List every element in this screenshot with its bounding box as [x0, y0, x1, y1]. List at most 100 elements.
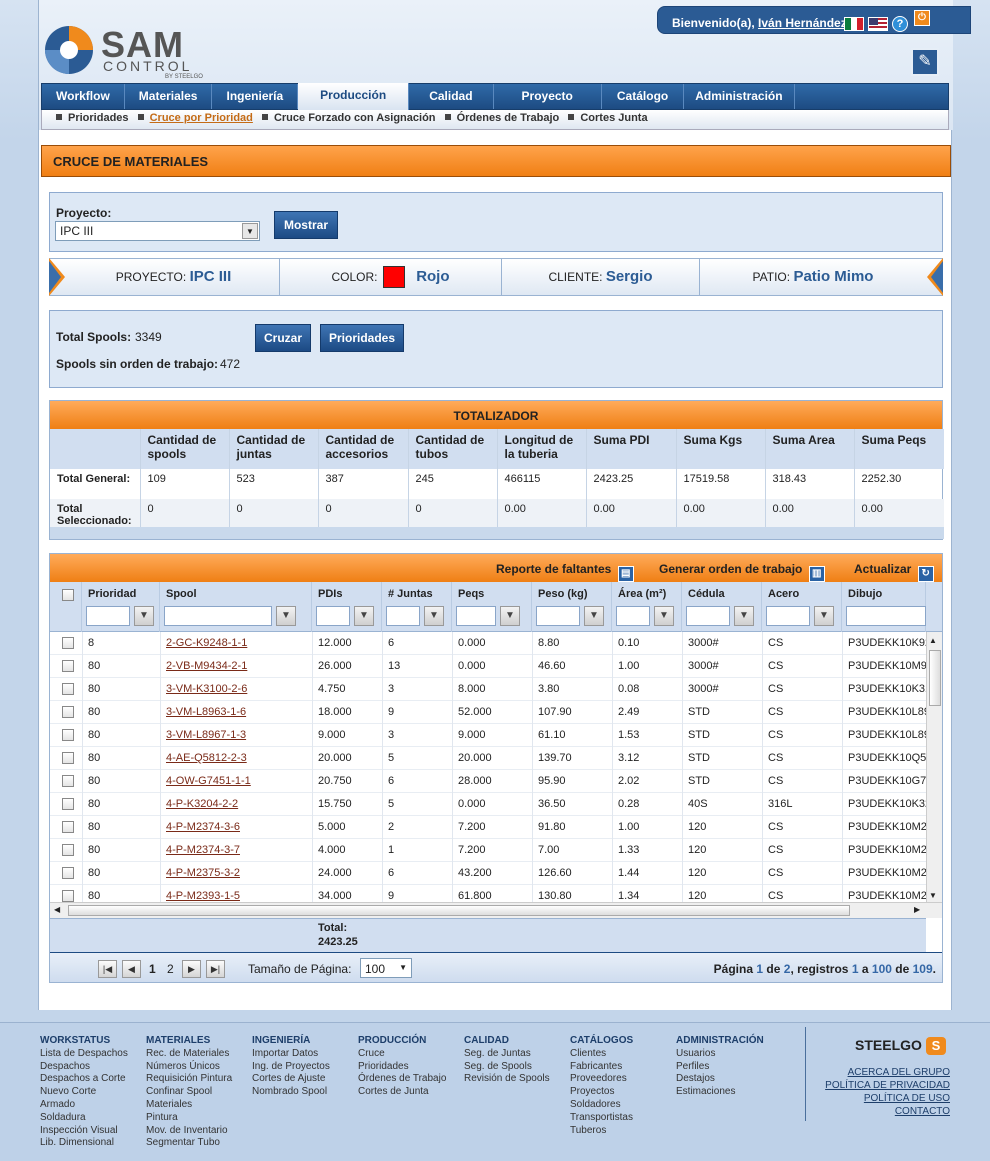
row-checkbox[interactable]	[62, 637, 74, 649]
row-checkbox[interactable]	[62, 775, 74, 787]
sam-control-logo[interactable]: SAM CONTROL BY STEELGO	[43, 24, 223, 84]
steelgo-logo[interactable]: STEELGO S	[855, 1037, 946, 1055]
table-row[interactable]: 80 4-P-M2374-3-7 4.000 1 7.200 7.00 1.33 120 CS P…	[50, 839, 926, 862]
col-header-label[interactable]: Peso (kg)	[538, 588, 588, 600]
spool-link[interactable]: 4-P-M2375-3-2	[166, 867, 240, 879]
row-checkbox[interactable]	[62, 890, 74, 902]
table-row[interactable]: 8 2-GC-K9248-1-1 12.000 6 0.000 8.80 0.10 3000#…	[50, 632, 926, 655]
nav-workflow[interactable]: Workflow	[42, 84, 125, 109]
horizontal-scroll-thumb[interactable]	[68, 905, 850, 916]
nav-materiales[interactable]: Materiales	[125, 84, 213, 109]
footer-link[interactable]: Cortes de Ajuste	[252, 1073, 330, 1086]
row-checkbox[interactable]	[62, 798, 74, 810]
footer-link[interactable]: Pintura	[146, 1112, 232, 1125]
help-icon[interactable]: ?	[892, 16, 908, 32]
filter-icon[interactable]: ▼	[354, 606, 374, 626]
filter-icon[interactable]: ▼	[734, 606, 754, 626]
filter-input-acero[interactable]	[766, 606, 810, 626]
spool-link[interactable]: 2-VB-M9434-2-1	[166, 660, 247, 672]
footer-link[interactable]: Armado	[40, 1099, 128, 1112]
footer-link[interactable]: Confinar Spool	[146, 1086, 232, 1099]
table-row[interactable]: 80 3-VM-L8963-1-6 18.000 9 52.000 107.90 2.49 S…	[50, 701, 926, 724]
footer-link[interactable]: Rec. de Materiales	[146, 1048, 232, 1061]
footer-link[interactable]: Lista de Despachos	[40, 1048, 128, 1061]
filter-icon[interactable]: ▼	[424, 606, 444, 626]
footer-link[interactable]: Usuarios	[676, 1048, 764, 1061]
scroll-up-icon[interactable]: ▲	[929, 636, 937, 645]
filter-input-pdis[interactable]	[316, 606, 350, 626]
scroll-down-icon[interactable]: ▼	[929, 891, 937, 900]
subnav-cortes-junta[interactable]: Cortes Junta	[580, 112, 647, 124]
footer-link[interactable]: Tuberos	[570, 1125, 633, 1138]
row-checkbox[interactable]	[62, 844, 74, 856]
filter-input-juntas[interactable]	[386, 606, 420, 626]
cell-spool[interactable]: 4-P-M2375-3-2	[166, 867, 240, 879]
col-header-label[interactable]: Acero	[768, 588, 799, 600]
page-size-select[interactable]: 100 ▼	[360, 958, 412, 978]
footer-link[interactable]: Proveedores	[570, 1073, 633, 1086]
vertical-scroll-thumb[interactable]	[929, 650, 941, 706]
col-header-label[interactable]: Peqs	[458, 588, 484, 600]
footer-link[interactable]: Destajos	[676, 1073, 764, 1086]
cell-spool[interactable]: 2-GC-K9248-1-1	[166, 637, 247, 649]
footer-legal-link[interactable]: POLÍTICA DE PRIVACIDAD	[825, 1080, 950, 1091]
col-header-label[interactable]: Área (m²)	[618, 588, 666, 600]
footer-link[interactable]: Soldadores	[570, 1099, 633, 1112]
nav-ingenieria[interactable]: Ingeniería	[212, 84, 299, 109]
footer-link[interactable]: Fabricantes	[570, 1061, 633, 1074]
reporte-faltantes-button[interactable]: Reporte de faltantes ▤	[496, 562, 634, 582]
spool-link[interactable]: 3-VM-L8963-1-6	[166, 706, 246, 718]
filter-icon[interactable]: ▼	[814, 606, 834, 626]
spool-link[interactable]: 4-P-M2374-3-7	[166, 844, 240, 856]
spool-link[interactable]: 3-VM-K3100-2-6	[166, 683, 247, 695]
footer-link[interactable]: Clientes	[570, 1048, 633, 1061]
row-checkbox[interactable]	[62, 729, 74, 741]
table-row[interactable]: 80 4-P-K3204-2-2 15.750 5 0.000 36.50 0.28 40S 3…	[50, 793, 926, 816]
mostrar-button[interactable]: Mostrar	[274, 211, 338, 239]
footer-link[interactable]: Seg. de Spools	[464, 1061, 550, 1074]
edit-icon[interactable]: ✎	[911, 48, 939, 76]
table-row[interactable]: 80 4-P-M2375-3-2 24.000 6 43.200 126.60 1.44 12…	[50, 862, 926, 885]
table-row[interactable]: 80 4-OW-G7451-1-1 20.750 6 28.000 95.90 2.02 ST…	[50, 770, 926, 793]
footer-link[interactable]: Segmentar Tubo	[146, 1137, 232, 1150]
nav-administracion[interactable]: Administración	[684, 84, 795, 109]
select-all-checkbox[interactable]	[62, 589, 74, 601]
footer-link[interactable]: Estimaciones	[676, 1086, 764, 1099]
filter-icon[interactable]: ▼	[134, 606, 154, 626]
cell-spool[interactable]: 4-P-K3204-2-2	[166, 798, 238, 810]
footer-link[interactable]: Nombrado Spool	[252, 1086, 330, 1099]
subnav-ordenes[interactable]: Órdenes de Trabajo	[457, 112, 560, 124]
generar-orden-button[interactable]: Generar orden de trabajo ▥	[659, 562, 825, 582]
user-name-link[interactable]: Iván Hernández	[758, 16, 847, 30]
power-icon[interactable]: ⏻	[914, 10, 930, 26]
table-row[interactable]: 80 3-VM-K3100-2-6 4.750 3 8.000 3.80 0.08 3000#…	[50, 678, 926, 701]
spool-link[interactable]: 2-GC-K9248-1-1	[166, 637, 247, 649]
cell-spool[interactable]: 4-OW-G7451-1-1	[166, 775, 251, 787]
footer-link[interactable]: Perfiles	[676, 1061, 764, 1074]
col-header-label[interactable]: PDIs	[318, 588, 342, 600]
cell-spool[interactable]: 3-VM-K3100-2-6	[166, 683, 247, 695]
footer-link[interactable]: Nuevo Corte	[40, 1086, 128, 1099]
cell-spool[interactable]: 3-VM-L8967-1-3	[166, 729, 246, 741]
row-checkbox[interactable]	[62, 867, 74, 879]
cell-spool[interactable]: 3-VM-L8963-1-6	[166, 706, 246, 718]
footer-link[interactable]: Seg. de Juntas	[464, 1048, 550, 1061]
nav-calidad[interactable]: Calidad	[409, 84, 494, 109]
spool-link[interactable]: 4-P-K3204-2-2	[166, 798, 238, 810]
footer-link[interactable]: Órdenes de Trabajo	[358, 1073, 446, 1086]
row-checkbox[interactable]	[62, 660, 74, 672]
table-row[interactable]: 80 4-P-M2374-3-6 5.000 2 7.200 91.80 1.00 120 CS…	[50, 816, 926, 839]
filter-icon[interactable]: ▼	[654, 606, 674, 626]
col-header-label[interactable]: Spool	[166, 588, 197, 600]
filter-icon[interactable]: ▼	[584, 606, 604, 626]
page-link-2[interactable]: 2	[167, 962, 174, 976]
footer-link[interactable]: Prioridades	[358, 1061, 446, 1074]
scroll-left-icon[interactable]: ◀	[54, 905, 60, 914]
filter-input-dibujo[interactable]	[846, 606, 926, 626]
prioridades-button[interactable]: Prioridades	[320, 324, 404, 352]
filter-input-area[interactable]	[616, 606, 650, 626]
footer-link[interactable]: Ing. de Proyectos	[252, 1061, 330, 1074]
cruzar-button[interactable]: Cruzar	[255, 324, 311, 352]
row-checkbox[interactable]	[62, 752, 74, 764]
table-row[interactable]: 80 4-AE-Q5812-2-3 20.000 5 20.000 139.70 3.12 S…	[50, 747, 926, 770]
